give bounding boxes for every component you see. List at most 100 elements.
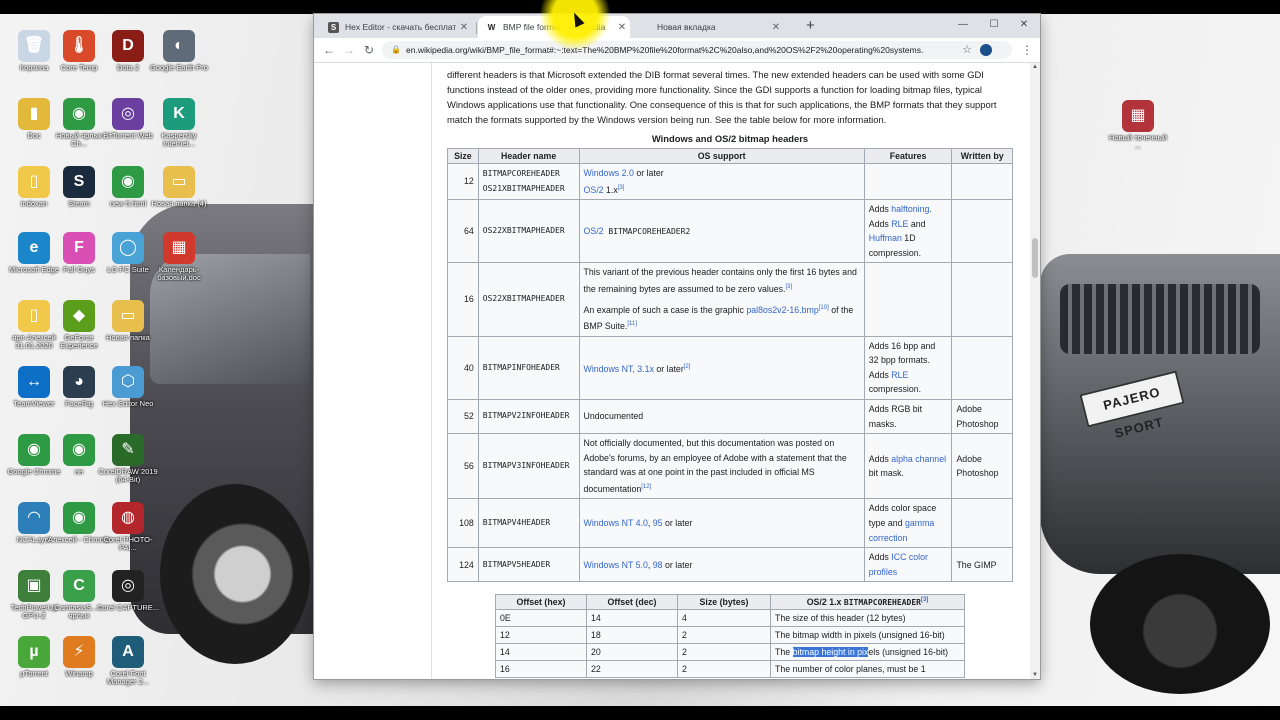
- table-row: 108 BITMAPV4HEADER Windows NT 4.0, 95 or…: [447, 498, 1013, 549]
- desktop-icon[interactable]: ▭ Новая папка (4): [147, 166, 211, 208]
- car-right-wheel: [1090, 554, 1270, 694]
- reference-link[interactable]: [12]: [641, 484, 651, 490]
- pal8os2v2-link[interactable]: pal8os2v2-16.bmp: [746, 305, 818, 315]
- os-support-cell: Windows 2.0 or later OS/2 1.x[3]: [578, 162, 865, 201]
- os-text: or later: [662, 559, 693, 570]
- close-icon[interactable]: ✕: [456, 22, 472, 33]
- reload-button[interactable]: ↻: [360, 41, 378, 59]
- huffman-link[interactable]: Huffman: [869, 233, 902, 243]
- close-icon[interactable]: ✕: [768, 22, 784, 33]
- windows-nt-4-link[interactable]: Windows NT 4.0: [584, 518, 648, 528]
- address-bar[interactable]: 🔒 en.wikipedia.org/wiki/BMP_file_format#…: [382, 41, 1012, 59]
- description-cell: The number of color planes, must be 1: [770, 660, 965, 678]
- desktop-icon[interactable]: ▭ Новая папка: [96, 300, 160, 342]
- os-text: 1.x: [603, 184, 618, 195]
- app-icon: ◉: [63, 98, 95, 130]
- bookmark-star-icon[interactable]: ☆: [962, 41, 972, 59]
- column-header: OS/2 1.x BITMAPCOREHEADER[3]: [770, 594, 965, 610]
- table-row: 0E 14 4 The size of this header (12 byte…: [495, 609, 965, 627]
- desktop-icon[interactable]: A Corel Font Manager 2...: [96, 636, 160, 686]
- tab-label: Новая вкладка: [657, 22, 716, 32]
- reference-link[interactable]: [3]: [618, 185, 625, 191]
- forward-button[interactable]: →: [340, 41, 358, 59]
- back-button[interactable]: ←: [320, 41, 338, 59]
- os-support-cell: Undocumented: [578, 398, 865, 435]
- close-icon[interactable]: ✕: [614, 22, 630, 33]
- app-icon: e: [18, 232, 50, 264]
- features-text: compression.: [868, 247, 922, 258]
- scroll-down-arrow-icon[interactable]: ▼: [1031, 672, 1039, 678]
- windows-nt-5-link[interactable]: Windows NT 5.0: [584, 560, 648, 570]
- windows-98-link[interactable]: 98: [653, 560, 663, 570]
- desktop-icon[interactable]: K Kaspersky Internet...: [147, 98, 211, 148]
- windows-nt-31-link[interactable]: Windows NT, 3.1x: [584, 363, 654, 373]
- close-window-button[interactable]: ✕: [1008, 16, 1040, 34]
- reference-link[interactable]: [3]: [921, 597, 928, 603]
- alpha-channel-link[interactable]: alpha channel: [891, 454, 946, 464]
- desktop-icon[interactable]: ✎ CorelDRAW 2019 (64-Bit): [96, 434, 160, 484]
- features-cell: [863, 262, 953, 337]
- features-cell: Adds ICC color profiles: [863, 547, 953, 583]
- os-support-cell: Not officially documented, but this docu…: [578, 433, 865, 500]
- features-text: and: [908, 218, 926, 229]
- reference-link[interactable]: [10]: [819, 305, 829, 311]
- size-cell: 108: [447, 498, 479, 549]
- written-by-cell: Adobe Photoshop: [951, 398, 1013, 435]
- halftoning-link[interactable]: halftoning: [891, 204, 929, 214]
- scroll-up-arrow-icon[interactable]: ▲: [1031, 64, 1039, 70]
- header-name: OS21XBITMAPHEADER: [482, 183, 565, 193]
- features-cell: Adds RGB bit masks.: [863, 398, 953, 435]
- selected-text[interactable]: bitmap height in pix: [792, 647, 869, 657]
- reference-link[interactable]: [2]: [684, 364, 691, 370]
- article-paragraph: different headers is that Microsoft exte…: [447, 69, 997, 125]
- app-icon: µ: [18, 636, 50, 668]
- size-cell: 12: [447, 162, 479, 201]
- features-cell: Adds color space type and gamma correcti…: [863, 498, 953, 549]
- desktop-icon-label: Corel Font Manager 2...: [106, 669, 150, 686]
- windows-95-link[interactable]: 95: [653, 518, 663, 528]
- browser-menu-icon[interactable]: ⋮: [1018, 41, 1036, 59]
- minimize-button[interactable]: —: [947, 16, 979, 34]
- desktop-icon[interactable]: ◍ Corel PHOTO-PAI...: [96, 502, 160, 552]
- description-cell: The size of this header (12 bytes): [770, 609, 965, 627]
- reference-link[interactable]: [3]: [785, 284, 792, 290]
- rle-link[interactable]: RLE: [891, 219, 908, 229]
- size-bytes-cell: 4: [677, 609, 771, 627]
- maximize-button[interactable]: ☐: [978, 16, 1010, 34]
- column-header: Size: [447, 148, 479, 164]
- reference-link[interactable]: [11]: [627, 321, 637, 327]
- desktop-icon[interactable]: ◎ Corel CAPTURE...: [96, 570, 160, 612]
- column-header: Offset (dec): [586, 594, 678, 610]
- os2-link[interactable]: OS/2: [584, 185, 604, 195]
- scrollbar-thumb[interactable]: [1032, 238, 1038, 278]
- desktop-icon[interactable]: ▦ Новый точечный ...: [1106, 100, 1170, 150]
- new-tab-button[interactable]: +: [806, 17, 815, 34]
- desktop-icon[interactable]: ◐ Google Earth Pro: [147, 30, 211, 72]
- app-icon: ◉: [63, 502, 95, 534]
- lock-icon: 🔒: [391, 45, 401, 54]
- features-text: Adds: [868, 204, 892, 215]
- size-cell: 40: [447, 335, 479, 401]
- features-text: 1D: [901, 233, 916, 244]
- table-row: 56 BITMAPV3INFOHEADER Not officially doc…: [447, 433, 1013, 500]
- offset-hex-cell: 0E: [495, 609, 587, 627]
- tab-hex-editor[interactable]: S Hex Editor - скачать бесплатно ... ✕: [320, 16, 472, 38]
- table-header-row: Size Header name OS support Features Wri…: [447, 148, 1013, 164]
- tab-favicon: [640, 22, 651, 33]
- desktop-icon[interactable]: ▦ Календарь-базовый.doc: [147, 232, 211, 282]
- size-cell: 64: [447, 199, 479, 264]
- tab-new-tab[interactable]: Новая вкладка ✕: [632, 16, 784, 38]
- table-row: 12 18 2 The bitmap width in pixels (unsi…: [495, 626, 965, 644]
- page-scrollbar[interactable]: ▲ ▼: [1030, 63, 1040, 679]
- rle-link[interactable]: RLE: [891, 370, 908, 380]
- tab-favicon: S: [328, 21, 339, 33]
- app-icon: ◉: [112, 166, 144, 198]
- app-icon: ⚡: [63, 636, 95, 668]
- windows-2-link[interactable]: Windows 2.0: [584, 168, 634, 178]
- os2-link[interactable]: OS/2: [584, 226, 604, 236]
- size-cell: 124: [447, 547, 479, 583]
- desktop-icon[interactable]: ⬡ Hex Editor Neo: [96, 366, 160, 408]
- written-by-cell: [951, 498, 1013, 549]
- extension-icon[interactable]: [980, 44, 992, 56]
- article-content: different headers is that Microsoft exte…: [431, 63, 1030, 679]
